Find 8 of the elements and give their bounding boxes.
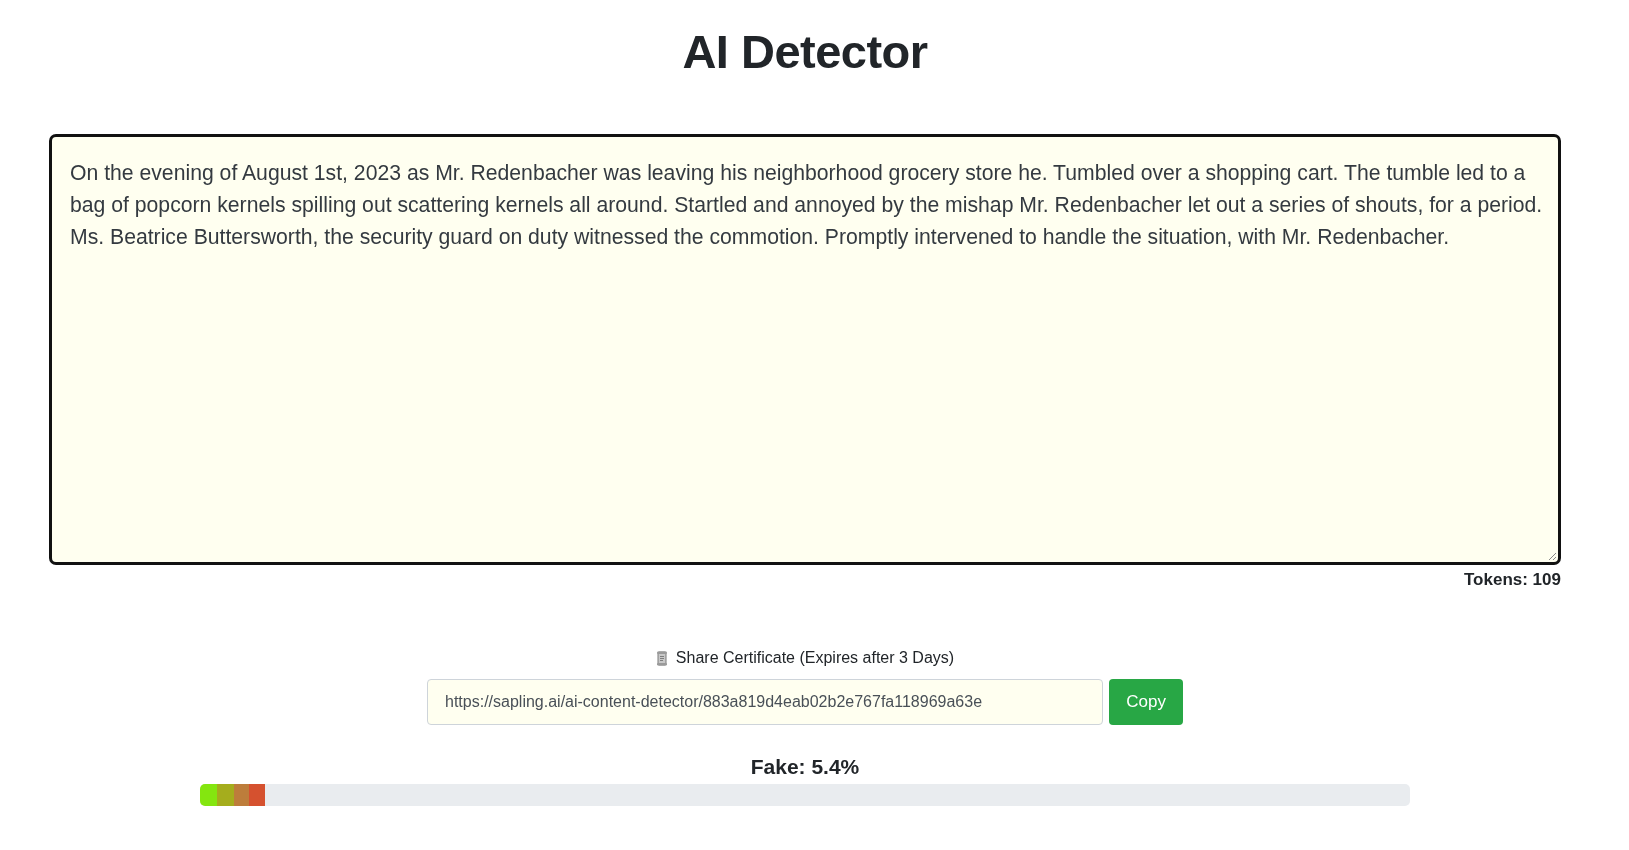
share-certificate-label: Share Certificate (Expires after 3 Days)	[675, 648, 955, 668]
url-field[interactable]: https://sapling.ai/ai-content-detector/883a819d4eab02b2e767fa118969a63e	[427, 679, 1104, 725]
text-area-field[interactable]: On the evening of August 1st, 2023 as Mr. Redenbacher was leaving his neighborhood grocery store he. Tumbled over a shopping cart. The tumble led to a bag of popcorn kernels spilling out scattering kernels all around. Startled and annoyed by the mishap Mr. Redenbacher let out a series of shouts, for a period. Ms. Beatrice Buttersworth, the security guard on duty witnessed the commotion. Promptly intervened to handle the situation, with Mr. Redenbacher.	[49, 134, 1561, 565]
scroll-icon	[655, 650, 668, 666]
fake-score: Fake: 5.4%	[750, 754, 860, 780]
token-count: Tokens: 109	[1464, 569, 1561, 591]
page-title: AI Detector	[682, 24, 928, 80]
resize-grip-icon[interactable]	[1547, 551, 1557, 561]
